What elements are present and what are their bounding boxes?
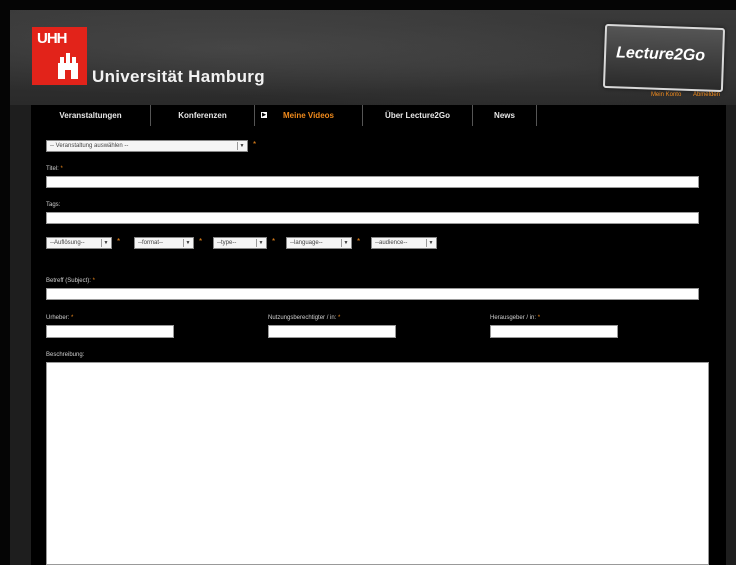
required-marker: * [71,315,74,321]
chevron-down-icon: ▼ [101,239,110,247]
publisher-label: Herausgeber / in: * [490,315,540,321]
required-marker: * [60,166,63,172]
description-label: Beschreibung: [46,352,84,358]
nav-item-meine-videos[interactable]: ▶ Meine Videos [255,105,363,126]
nav-label: Über Lecture2Go [385,111,450,120]
audience-select[interactable]: --audience-- ▼ [371,237,437,249]
author-label-text: Urheber: [46,315,70,321]
rights-holder-input[interactable] [268,325,396,338]
audience-select-value: --audience-- [375,240,408,246]
account-link[interactable]: Mein Konto [651,92,681,98]
chevron-down-icon: ▼ [426,239,435,247]
tags-label-text: Tags: [46,202,61,208]
required-marker: * [357,237,361,246]
rights-holder-label-text: Nutzungsberechtigter / in: [268,315,337,321]
uhh-logo[interactable]: UHH [32,27,87,85]
main-navigation: Veranstaltungen Konferenzen ▶ Meine Vide… [31,105,726,126]
title-input[interactable] [46,176,699,188]
tags-input[interactable] [46,212,699,224]
author-input[interactable] [46,325,174,338]
play-icon: ▶ [261,112,267,118]
nav-item-news[interactable]: News [473,105,537,126]
required-marker: * [537,315,541,321]
format-select-value: --format-- [138,240,163,246]
top-links: Mein Konto Abmelden [641,92,720,98]
required-marker: * [253,140,257,149]
video-upload-form: -- Veranstaltung auswählen -- ▼ * Titel:… [31,126,726,565]
required-marker: * [117,237,121,246]
nav-label: Meine Videos [283,111,334,120]
rights-holder-label: Nutzungsberechtigter / in: * [268,315,340,321]
logout-link[interactable]: Abmelden [693,92,720,98]
nav-label: News [494,111,515,120]
chevron-down-icon: ▼ [256,239,265,247]
author-label: Urheber: * [46,315,73,321]
nav-item-ueber-lecture2go[interactable]: Über Lecture2Go [363,105,473,126]
chevron-down-icon: ▼ [237,142,246,150]
tags-label: Tags: [46,202,60,208]
nav-item-veranstaltungen[interactable]: Veranstaltungen [31,105,151,126]
chevron-down-icon: ▼ [341,239,350,247]
language-select-value: --language-- [290,240,323,246]
publisher-input[interactable] [490,325,618,338]
subject-label: Betreff (Subject): * [46,278,95,284]
required-marker: * [338,315,341,321]
type-select-value: --type-- [217,240,237,246]
subject-input[interactable] [46,288,699,300]
app-window: UHH Universität Hamburg Lecture2Go Mein … [10,10,736,565]
event-select-value: -- Veranstaltung auswählen -- [50,143,129,149]
nav-label: Veranstaltungen [59,111,122,120]
subject-label-text: Betreff (Subject): [46,278,91,284]
description-textarea[interactable] [46,362,709,565]
required-marker: * [199,237,203,246]
event-select[interactable]: -- Veranstaltung auswählen -- ▼ [46,140,248,152]
nav-item-konferenzen[interactable]: Konferenzen [151,105,255,126]
chevron-down-icon: ▼ [183,239,192,247]
description-label-text: Beschreibung: [46,352,85,358]
resolution-select[interactable]: --Auflösung-- ▼ [46,237,112,249]
uhh-logo-letters: UHH [37,30,67,47]
publisher-label-text: Herausgeber / in: [490,315,537,321]
title-label: Titel: * [46,166,63,172]
format-select[interactable]: --format-- ▼ [134,237,194,249]
nav-label: Konferenzen [178,111,227,120]
lecture2go-logo[interactable]: Lecture2Go [602,23,726,93]
title-label-text: Titel: [46,166,59,172]
page-header: UHH Universität Hamburg Lecture2Go Mein … [10,10,736,105]
resolution-select-value: --Auflösung-- [50,240,85,246]
type-select[interactable]: --type-- ▼ [213,237,267,249]
required-marker: * [92,278,95,284]
lecture2go-logo-text: Lecture2Go [615,44,706,65]
university-name[interactable]: Universität Hamburg [92,67,265,87]
required-marker: * [272,237,276,246]
language-select[interactable]: --language-- ▼ [286,237,352,249]
castle-icon [58,53,78,79]
